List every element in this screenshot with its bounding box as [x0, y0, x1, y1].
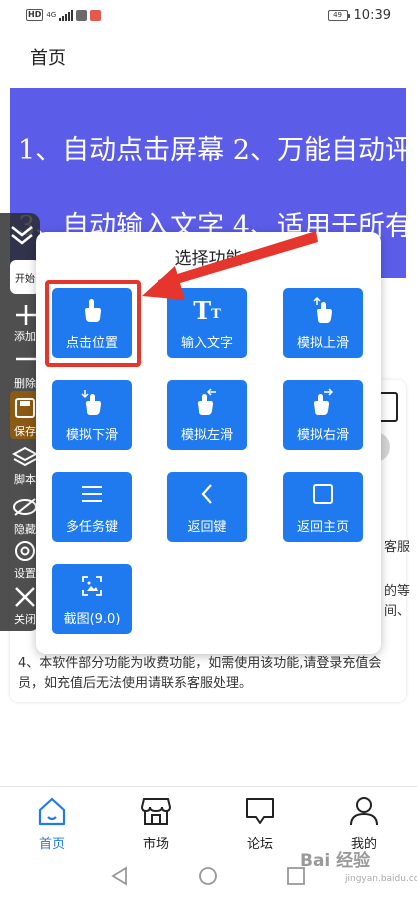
multitask-button[interactable]: 多任务键 [52, 472, 132, 542]
hd-badge: HD [26, 9, 44, 21]
back-chevron-icon [167, 480, 247, 508]
collapse-button[interactable] [0, 217, 40, 253]
home-label: 返回主页 [296, 520, 349, 535]
back-key-label: 返回键 [187, 520, 227, 535]
start-label: 开始 [15, 274, 35, 285]
network-type: 4G [46, 11, 57, 19]
swipe-down-label: 模拟下滑 [65, 428, 118, 443]
status-bar: HD 4G 49 10:39 [0, 0, 417, 30]
text-tt-icon: TT [193, 295, 221, 325]
nav-market-label: 市场 [142, 837, 169, 852]
script-label: 脚本 [14, 473, 36, 486]
nav-market[interactable]: 市场 [116, 787, 196, 853]
nav-forum-label: 论坛 [246, 837, 273, 852]
save-disk-icon [15, 398, 35, 418]
home-button[interactable]: 返回主页 [283, 472, 363, 542]
bottom-nav: 首页 市场 论坛 我的 [0, 786, 417, 852]
swipe-left-label: 模拟左滑 [180, 428, 233, 443]
input-text-label: 输入文字 [180, 336, 233, 351]
screenshot-icon [52, 572, 132, 600]
swipe-up-button[interactable]: 模拟上滑 [283, 288, 363, 358]
save-button[interactable]: 保存 [0, 395, 40, 439]
app-notification-icon [76, 9, 88, 21]
home-circle-icon[interactable] [197, 865, 219, 887]
multitask-label: 多任务键 [65, 520, 118, 535]
eye-off-icon [13, 498, 37, 516]
minus-icon [16, 357, 36, 361]
nav-mine[interactable]: 我的 [324, 787, 404, 853]
notice-text: 4、本软件部分功能为收费功能，如需使用该功能,请登录充值会员，如充值后无法使用请… [18, 656, 382, 691]
input-text-button[interactable]: TT 输入文字 [167, 288, 247, 358]
gear-icon [15, 541, 35, 561]
dialog-title: 选择功能 [174, 249, 243, 269]
back-triangle-icon[interactable] [110, 866, 130, 886]
clock: 10:39 [353, 8, 391, 23]
save-label: 保存 [14, 425, 36, 438]
nav-forum[interactable]: 论坛 [220, 787, 300, 853]
swipe-right-button[interactable]: 模拟右滑 [283, 380, 363, 450]
back-key-button[interactable]: 返回键 [167, 472, 247, 542]
hide-button[interactable]: 隐藏 [0, 495, 40, 539]
floating-toolbar: 开始 添加 删除 保存 脚本 隐藏 设置 关闭 [0, 213, 40, 631]
status-left: HD 4G [26, 9, 102, 21]
highlight-box [45, 280, 141, 367]
swipe-up-icon [283, 296, 363, 324]
delete-label: 删除 [14, 377, 36, 390]
info-text-fragment-1: 客服 [384, 540, 411, 555]
close-button[interactable]: 关闭 [0, 585, 40, 629]
home-square-icon [283, 480, 363, 508]
home-icon [38, 797, 66, 826]
info-text-fragment-3: 间、 [384, 604, 411, 619]
nav-home[interactable]: 首页 [12, 787, 92, 853]
add-label: 添加 [14, 330, 36, 343]
watermark-url: jingyan.baidu.com [345, 874, 417, 884]
swipe-right-label: 模拟右滑 [296, 428, 349, 443]
menu-icon [52, 480, 132, 508]
user-icon [350, 797, 378, 826]
screenshot-button[interactable]: 截图(9.0) [52, 564, 132, 634]
settings-button[interactable]: 设置 [0, 539, 40, 583]
watermark-logo: Bai 经验 [300, 851, 371, 871]
swipe-down-icon [52, 388, 132, 416]
settings-label: 设置 [14, 567, 36, 580]
swipe-down-button[interactable]: 模拟下滑 [52, 380, 132, 450]
info-text-fragment-2: 的等 [384, 584, 411, 599]
status-right: 49 10:39 [327, 8, 391, 23]
battery-icon: 49 [327, 10, 350, 21]
shop-icon [140, 798, 172, 825]
layers-icon [11, 446, 39, 467]
plus-icon [16, 305, 36, 325]
chevron-double-down-icon [11, 226, 33, 245]
screenshot-label: 截图(9.0) [63, 612, 121, 627]
swipe-left-icon [167, 388, 247, 416]
signal-icon [59, 9, 74, 21]
close-label: 关闭 [14, 613, 36, 626]
nav-home-label: 首页 [38, 837, 65, 852]
swipe-right-icon [283, 388, 363, 416]
hide-label: 隐藏 [14, 523, 36, 536]
page-title: 首页 [30, 48, 66, 69]
banner-line-1: 1、自动点击屏幕 2、万能自动评论 [18, 135, 406, 166]
add-button[interactable]: 添加 [0, 303, 40, 343]
swipe-left-button[interactable]: 模拟左滑 [167, 380, 247, 450]
swipe-up-label: 模拟上滑 [296, 336, 349, 351]
chat-bubble-icon [246, 798, 274, 824]
delete-button[interactable]: 删除 [0, 349, 40, 390]
script-button[interactable]: 脚本 [0, 445, 40, 489]
app-notification-icon-2 [90, 9, 102, 21]
close-icon [15, 587, 35, 607]
